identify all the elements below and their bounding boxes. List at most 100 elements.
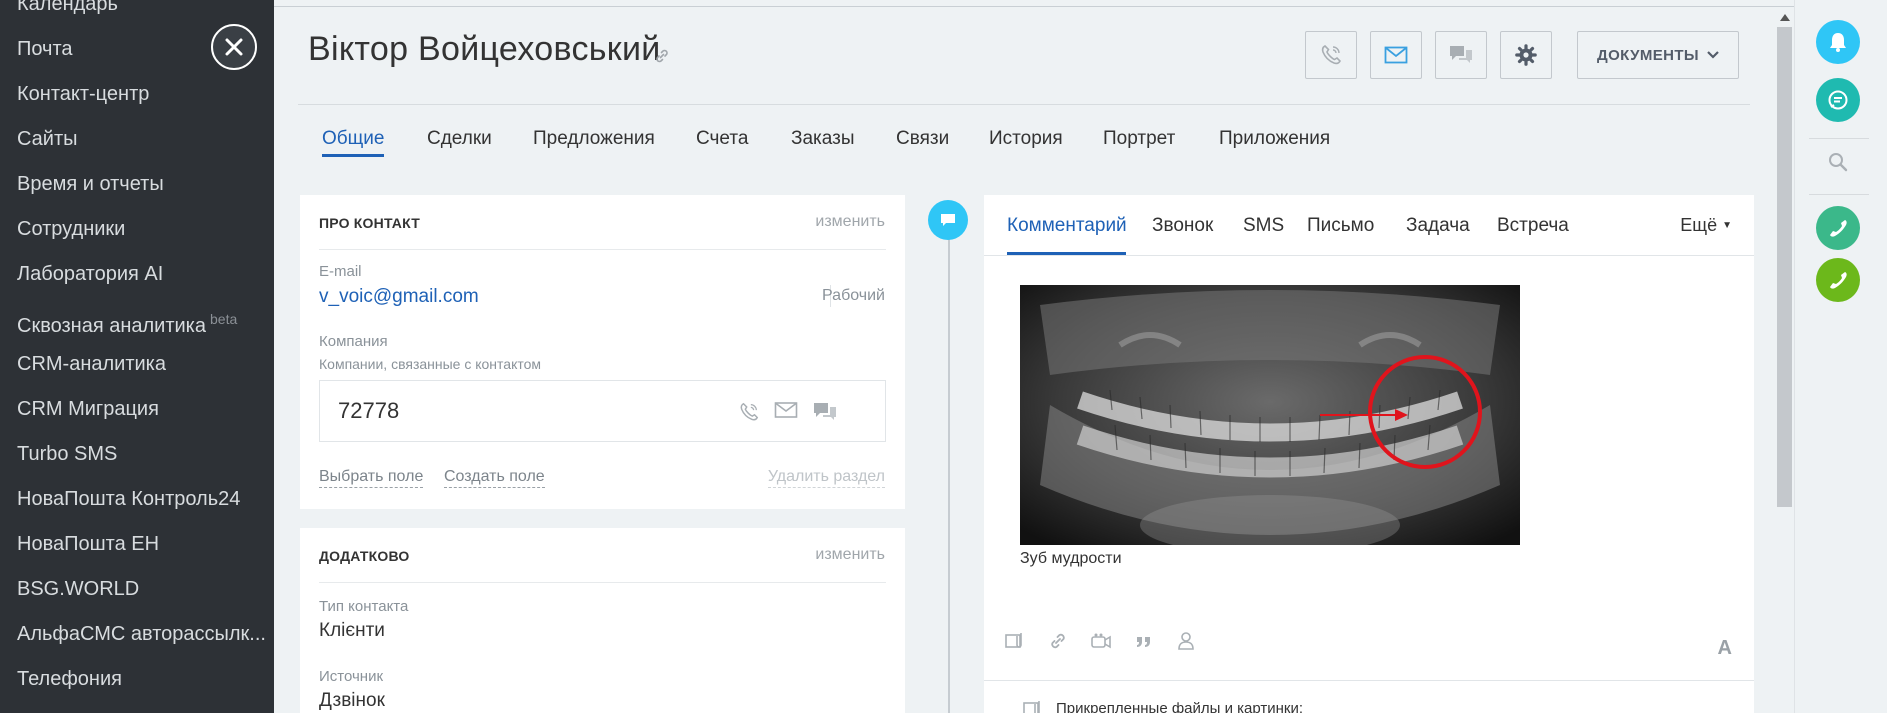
sidebar-item-analytics[interactable]: Сквозная аналитика beta — [17, 307, 237, 338]
sidebar-item-turbo-sms[interactable]: Turbo SMS — [17, 442, 117, 466]
chat-button[interactable] — [1816, 78, 1860, 122]
envelope-icon[interactable] — [774, 401, 798, 419]
tab-meeting[interactable]: Встреча — [1497, 215, 1569, 237]
close-slider-button[interactable] — [211, 24, 257, 70]
select-field-link[interactable]: Выбрать поле — [319, 467, 424, 488]
company-name[interactable]: 72778 — [338, 398, 399, 424]
tab-quotes[interactable]: Предложения — [533, 128, 655, 150]
tab-general[interactable]: Общие — [322, 128, 384, 150]
scrollbar-thumb[interactable] — [1777, 27, 1792, 507]
sidebar-item-novaposhta-en[interactable]: НоваПошта ЕН — [17, 532, 159, 556]
tab-sms[interactable]: SMS — [1243, 215, 1284, 237]
card-title: ДОДАТКОВО — [319, 548, 410, 564]
more-dropdown[interactable]: Ещё ▼ — [1680, 215, 1732, 236]
card-title: ПРО КОНТАКТ — [319, 215, 420, 231]
sidebar-item-mail[interactable]: Почта — [17, 37, 73, 61]
chat-bubbles-icon[interactable] — [812, 401, 838, 423]
tab-call[interactable]: Звонок — [1152, 215, 1213, 237]
link-icon[interactable] — [1048, 631, 1068, 651]
tab-email[interactable]: Письмо — [1307, 215, 1374, 237]
chat-button[interactable] — [1435, 31, 1487, 79]
tab-portrait[interactable]: Портрет — [1103, 128, 1175, 150]
left-sidebar: Календарь Почта Контакт-центр Сайты Врем… — [0, 0, 274, 713]
attach-file-icon[interactable] — [1004, 631, 1026, 651]
sidebar-item-crm-migration[interactable]: CRM Миграция — [17, 397, 159, 421]
sidebar-item-crm-analytics[interactable]: CRM-аналитика — [17, 352, 166, 376]
chat-bubbles-icon — [1450, 46, 1472, 63]
card-divider — [319, 582, 886, 583]
gear-icon — [1515, 44, 1537, 66]
tab-history[interactable]: История — [989, 128, 1063, 150]
tab-deals[interactable]: Сделки — [427, 128, 492, 150]
tabs-divider — [984, 255, 1754, 256]
call-button[interactable] — [1305, 31, 1357, 79]
sidebar-item-alfasms[interactable]: АльфаСМС авторассылк... — [17, 622, 266, 646]
about-contact-card: ПРО КОНТАКТ изменить E-mail v_voic@gmail… — [300, 195, 905, 509]
sidebar-item-employees[interactable]: Сотрудники — [17, 217, 125, 241]
caret-down-icon: ▼ — [1722, 220, 1732, 231]
email-button[interactable] — [1370, 31, 1422, 79]
phone-icon[interactable] — [738, 401, 760, 423]
search-icon — [1829, 153, 1848, 172]
settings-button[interactable] — [1500, 31, 1552, 79]
attached-files-label: Прикрепленные файлы и картинки: — [1056, 700, 1304, 713]
call-contact-button-1[interactable] — [1816, 206, 1860, 250]
card-divider — [319, 249, 886, 250]
comment-icon — [941, 214, 955, 226]
notifications-button[interactable] — [1816, 20, 1860, 64]
bell-icon — [1830, 33, 1846, 52]
rail-divider — [1809, 194, 1869, 195]
sidebar-item-telephony[interactable]: Телефония — [17, 667, 122, 691]
sidebar-item-calendar[interactable]: Календарь — [17, 0, 118, 16]
dental-xray-image[interactable] — [1020, 285, 1520, 545]
company-sublabel: Компании, связанные с контактом — [319, 356, 542, 372]
tab-applications[interactable]: Приложения — [1219, 128, 1330, 150]
company-entry[interactable]: 72778 — [319, 380, 886, 442]
text-format-button[interactable]: A — [1718, 637, 1732, 660]
phone-icon — [1830, 272, 1847, 289]
active-tab-indicator — [322, 154, 384, 157]
beta-badge: beta — [210, 311, 238, 327]
timeline-line — [948, 214, 950, 713]
chevron-down-icon — [1707, 51, 1719, 59]
chat-icon — [1828, 90, 1848, 110]
sidebar-item-novaposhta-control[interactable]: НоваПошта Контроль24 — [17, 487, 240, 511]
quote-icon[interactable] — [1134, 632, 1154, 650]
sidebar-item-contact-center[interactable]: Контакт-центр — [17, 82, 149, 106]
mention-user-icon[interactable] — [1176, 631, 1196, 651]
video-icon[interactable] — [1090, 632, 1112, 650]
delete-section-link[interactable]: Удалить раздел — [767, 467, 885, 488]
phone-icon — [1321, 45, 1341, 65]
phone-icon — [1830, 220, 1847, 237]
search-button[interactable] — [1816, 140, 1860, 184]
rail-divider — [1809, 138, 1869, 139]
tab-invoices[interactable]: Счета — [696, 128, 748, 150]
create-field-link[interactable]: Создать поле — [444, 467, 545, 488]
comment-text[interactable]: Зуб мудрости — [1020, 550, 1122, 568]
header-divider — [298, 104, 1750, 105]
sidebar-item-sites[interactable]: Сайты — [17, 127, 78, 151]
sidebar-item-bsg-world[interactable]: BSG.WORLD — [17, 577, 139, 601]
call-contact-button-2[interactable] — [1816, 258, 1860, 302]
tab-comment[interactable]: Комментарий — [1007, 215, 1127, 237]
top-divider — [274, 6, 1794, 7]
link-icon[interactable] — [654, 48, 670, 64]
email-value[interactable]: v_voic@gmail.com — [319, 286, 479, 308]
tab-orders[interactable]: Заказы — [791, 128, 855, 150]
envelope-icon — [1384, 46, 1408, 64]
edit-link[interactable]: изменить — [815, 546, 885, 564]
email-label: E-mail — [319, 263, 362, 280]
documents-button[interactable]: ДОКУМЕНТЫ — [1577, 31, 1739, 79]
source-value: Дзвінок — [319, 690, 385, 711]
timeline-comment-marker — [928, 200, 968, 240]
editor-toolbar — [1004, 631, 1196, 651]
tab-relations[interactable]: Связи — [896, 128, 949, 150]
sidebar-item-ai-lab[interactable]: Лаборатория AI — [17, 262, 163, 286]
scroll-up-arrow[interactable] — [1780, 14, 1790, 21]
right-rail — [1794, 0, 1887, 713]
edit-link[interactable]: изменить — [815, 213, 885, 231]
main-area: Віктор Войцеховський ДОКУМЕНТЫ Общие Сде… — [274, 0, 1794, 713]
page-title: Віктор Войцеховський — [308, 30, 661, 68]
sidebar-item-time-reports[interactable]: Время и отчеты — [17, 172, 164, 196]
tab-task[interactable]: Задача — [1406, 215, 1470, 237]
